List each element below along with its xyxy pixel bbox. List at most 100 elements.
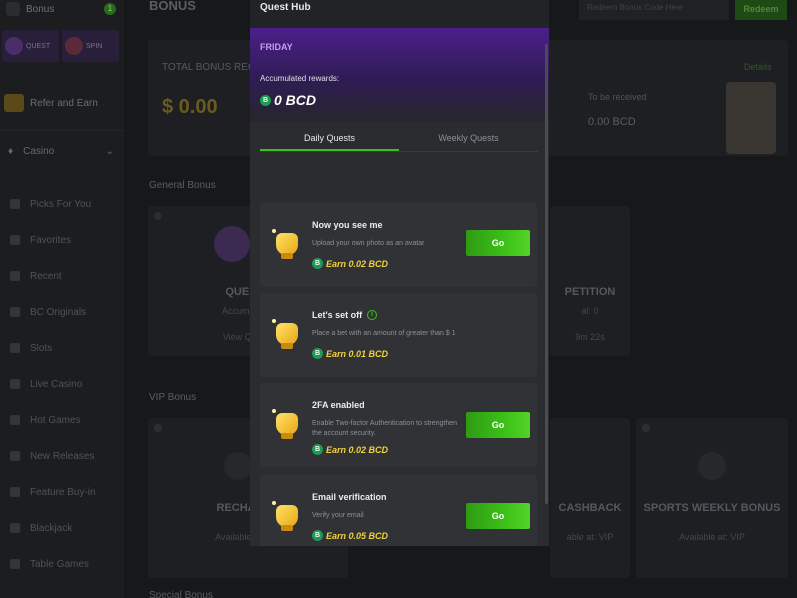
quest-reward-text: Earn 0.01 BCD [326, 348, 389, 359]
sidebar-item-recent[interactable]: Recent [10, 258, 96, 294]
bc-icon [10, 307, 20, 317]
details-link[interactable]: Details [744, 62, 772, 72]
special-bonus-heading: Special Bonus [149, 590, 213, 598]
cashback-card-avail: able at: VIP [566, 532, 614, 542]
info-icon [154, 424, 162, 432]
quest-card: Let's set off i Place a bet with an amou… [260, 293, 537, 377]
sidebar-item-hot[interactable]: Hot Games [10, 402, 96, 438]
modal-title: Quest Hub [250, 0, 549, 28]
slot-icon [10, 343, 20, 353]
go-button[interactable]: Go [466, 412, 530, 438]
quest-desc: Verify your email [312, 512, 364, 519]
sidebar-item-blackjack[interactable]: Blackjack [10, 510, 96, 546]
rocket-icon [10, 451, 20, 461]
accumulated-label: Accumulated rewards: [260, 74, 340, 83]
redeem-code-input[interactable]: Redeem Bonus Code Here [579, 0, 729, 20]
to-be-received-label: To be received [588, 92, 647, 102]
sidebar-item-new[interactable]: New Releases [10, 438, 96, 474]
gift-icon [6, 2, 20, 16]
sidebar-item-picks[interactable]: Picks For You [10, 186, 96, 222]
quest-chip[interactable]: QUEST [2, 30, 59, 62]
sidebar-item-bonus[interactable]: Bonus 1 [6, 0, 116, 18]
quest-title: Email verification [312, 492, 387, 502]
quest-reward-text: Earn 0.02 BCD [326, 444, 389, 455]
sidebar-item-label: Table Games [30, 558, 89, 570]
info-icon[interactable]: i [367, 310, 378, 320]
competition-card-title: PETITION [564, 286, 616, 298]
go-button[interactable]: Go [466, 503, 530, 529]
wheel-icon [65, 37, 83, 55]
sidebar-item-casino[interactable]: ♦ Casino ⌄ [8, 146, 114, 157]
sidebar-item-label: New Releases [30, 450, 95, 462]
table-icon [10, 559, 20, 569]
accumulated-value: 0 BCD [274, 92, 317, 108]
sidebar-chips: QUEST SPIN [2, 30, 119, 62]
quest-hub-modal: Quest Hub FRIDAY Accumulated rewards: B … [250, 0, 549, 546]
sidebar-item-table[interactable]: Table Games [10, 546, 96, 582]
refer-label: Refer and Earn [30, 97, 98, 109]
sidebar-item-feature[interactable]: Feature Buy-in [10, 474, 96, 510]
promo-avatar [726, 82, 776, 154]
spin-chip[interactable]: SPIN [62, 30, 119, 62]
tab-daily-quests[interactable]: Daily Quests [260, 128, 399, 151]
cashback-card[interactable]: CASHBACK able at: VIP [550, 418, 630, 578]
quest-title: 2FA enabled [312, 400, 365, 410]
sidebar-item-originals[interactable]: BC Originals [10, 294, 96, 330]
bonus-page: Bonus 1 QUEST SPIN Refer and Earn ♦ Casi… [0, 0, 797, 598]
quest-card: Email verification Verify your email B E… [260, 475, 537, 546]
quest-card: Now you see me Upload your own photo as … [260, 203, 537, 287]
quest-title: Now you see me [312, 220, 383, 230]
modal-scrollbar[interactable] [545, 44, 548, 504]
sidebar-item-label: Blackjack [30, 522, 73, 534]
quest-reward: B Earn 0.01 BCD [312, 348, 388, 359]
accumulated-row: B 0 BCD [260, 92, 316, 108]
cart-icon [10, 487, 20, 497]
vip-bonus-heading: VIP Bonus [149, 392, 197, 403]
total-bonus-value: $ 0.00 [162, 96, 218, 118]
lock-icon [224, 452, 252, 480]
info-icon [642, 424, 650, 432]
sidebar-item-favorites[interactable]: Favorites [10, 222, 96, 258]
go-button[interactable]: Go [466, 230, 530, 256]
sidebar-item-live[interactable]: Live Casino [10, 366, 96, 402]
sidebar-bonus-label: Bonus [26, 3, 55, 15]
bcd-coin-icon: B [312, 258, 323, 269]
heart-icon [10, 235, 20, 245]
sidebar-item-label: Favorites [30, 234, 72, 246]
sports-card-avail: Available at: VIP [679, 532, 745, 542]
quest-reward: B Earn 0.02 BCD [312, 258, 388, 269]
chevron-down-icon: ⌄ [105, 146, 114, 157]
quest-desc: Place a bet with an amount of greater th… [312, 330, 456, 337]
sidebar: Bonus 1 QUEST SPIN Refer and Earn ♦ Casi… [0, 0, 124, 598]
lock-icon [698, 452, 726, 480]
bonus-count-badge: 1 [104, 3, 116, 15]
competition-card-sub: al: 0 [581, 306, 599, 316]
redeem-button[interactable]: Redeem [735, 0, 787, 20]
sidebar-item-refer[interactable]: Refer and Earn [4, 94, 98, 112]
quest-desc: Enable Two-factor Authentication to stre… [312, 420, 458, 437]
clock-icon [10, 271, 20, 281]
trophy-icon [272, 409, 302, 441]
quest-reward-text: Earn 0.05 BCD [326, 530, 389, 541]
sidebar-item-label: BC Originals [30, 306, 87, 318]
tab-weekly-quests[interactable]: Weekly Quests [399, 128, 538, 151]
sidebar-item-label: Live Casino [30, 378, 83, 390]
quest-reward-text: Earn 0.02 BCD [326, 258, 389, 269]
sports-weekly-card[interactable]: SPORTS WEEKLY BONUS Available at: VIP [636, 418, 788, 578]
target-icon [5, 37, 23, 55]
quest-chip-label: QUEST [26, 42, 51, 50]
page-title: BONUS [149, 0, 196, 13]
bcd-coin-icon: B [312, 530, 323, 541]
sidebar-item-slots[interactable]: Slots [10, 330, 96, 366]
competition-card[interactable]: PETITION al: 0 9m 22s [550, 206, 630, 356]
quest-tabs: Daily Quests Weekly Quests [260, 128, 538, 152]
grid-icon [10, 199, 20, 209]
sidebar-item-label: Recent [30, 270, 62, 282]
fire-icon [10, 415, 20, 425]
quest-title-text: 2FA enabled [312, 400, 365, 410]
sidebar-item-label: Slots [30, 342, 53, 354]
quest-reward: B Earn 0.02 BCD [312, 444, 388, 455]
sidebar-divider [0, 130, 124, 131]
sidebar-item-label: Hot Games [30, 414, 81, 426]
sidebar-casino-list: Picks For You Favorites Recent BC Origin… [10, 186, 96, 582]
